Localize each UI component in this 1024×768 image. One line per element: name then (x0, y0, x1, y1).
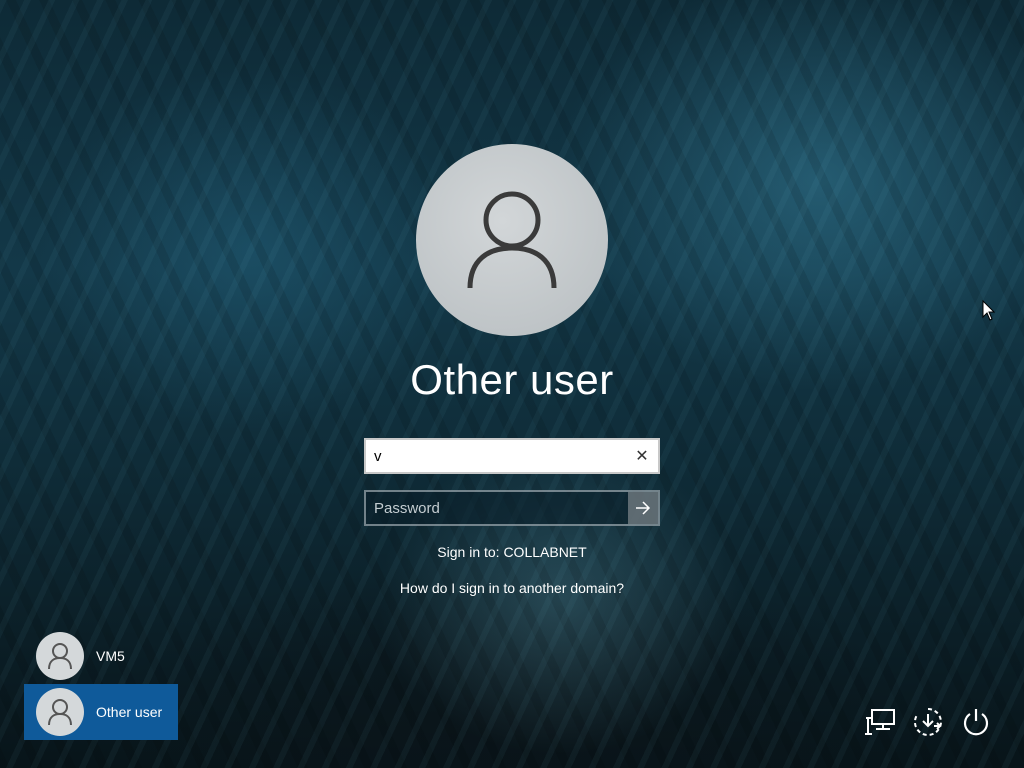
user-icon (48, 643, 72, 670)
power-icon (963, 709, 989, 736)
domain-help-link[interactable]: How do I sign in to another domain? (400, 580, 624, 596)
power-button[interactable] (958, 704, 994, 740)
avatar (36, 632, 84, 680)
password-field[interactable] (364, 490, 660, 526)
network-icon (865, 709, 895, 735)
submit-button[interactable] (628, 492, 658, 524)
mouse-cursor-icon (982, 300, 996, 321)
close-icon: ✕ (635, 448, 649, 465)
user-icon (467, 191, 557, 289)
password-input[interactable] (366, 492, 628, 524)
domain-help: How do I sign in to another domain? (0, 580, 1024, 596)
user-tile-label: VM5 (96, 648, 125, 664)
accessibility-icon (914, 708, 942, 736)
clear-button[interactable]: ✕ (626, 440, 658, 472)
network-button[interactable] (862, 704, 898, 740)
user-avatar-large (416, 144, 608, 336)
user-tile-other-user[interactable]: Other user (24, 684, 178, 740)
user-tile-label: Other user (96, 704, 163, 720)
arrow-right-icon (636, 501, 651, 515)
lock-screen: Other user ✕ Sign in to: COLLABNET How d… (0, 0, 1024, 768)
username-input[interactable] (366, 440, 626, 472)
signin-target-text: Sign in to: COLLABNET (437, 544, 587, 560)
account-name: Other user (410, 356, 614, 403)
avatar (36, 688, 84, 736)
accessibility-button[interactable] (910, 704, 946, 740)
user-icon (48, 699, 72, 726)
user-tile-vm5[interactable]: VM5 (24, 628, 178, 684)
username-field[interactable]: ✕ (364, 438, 660, 474)
user-list: VM5 Other user (24, 628, 178, 740)
